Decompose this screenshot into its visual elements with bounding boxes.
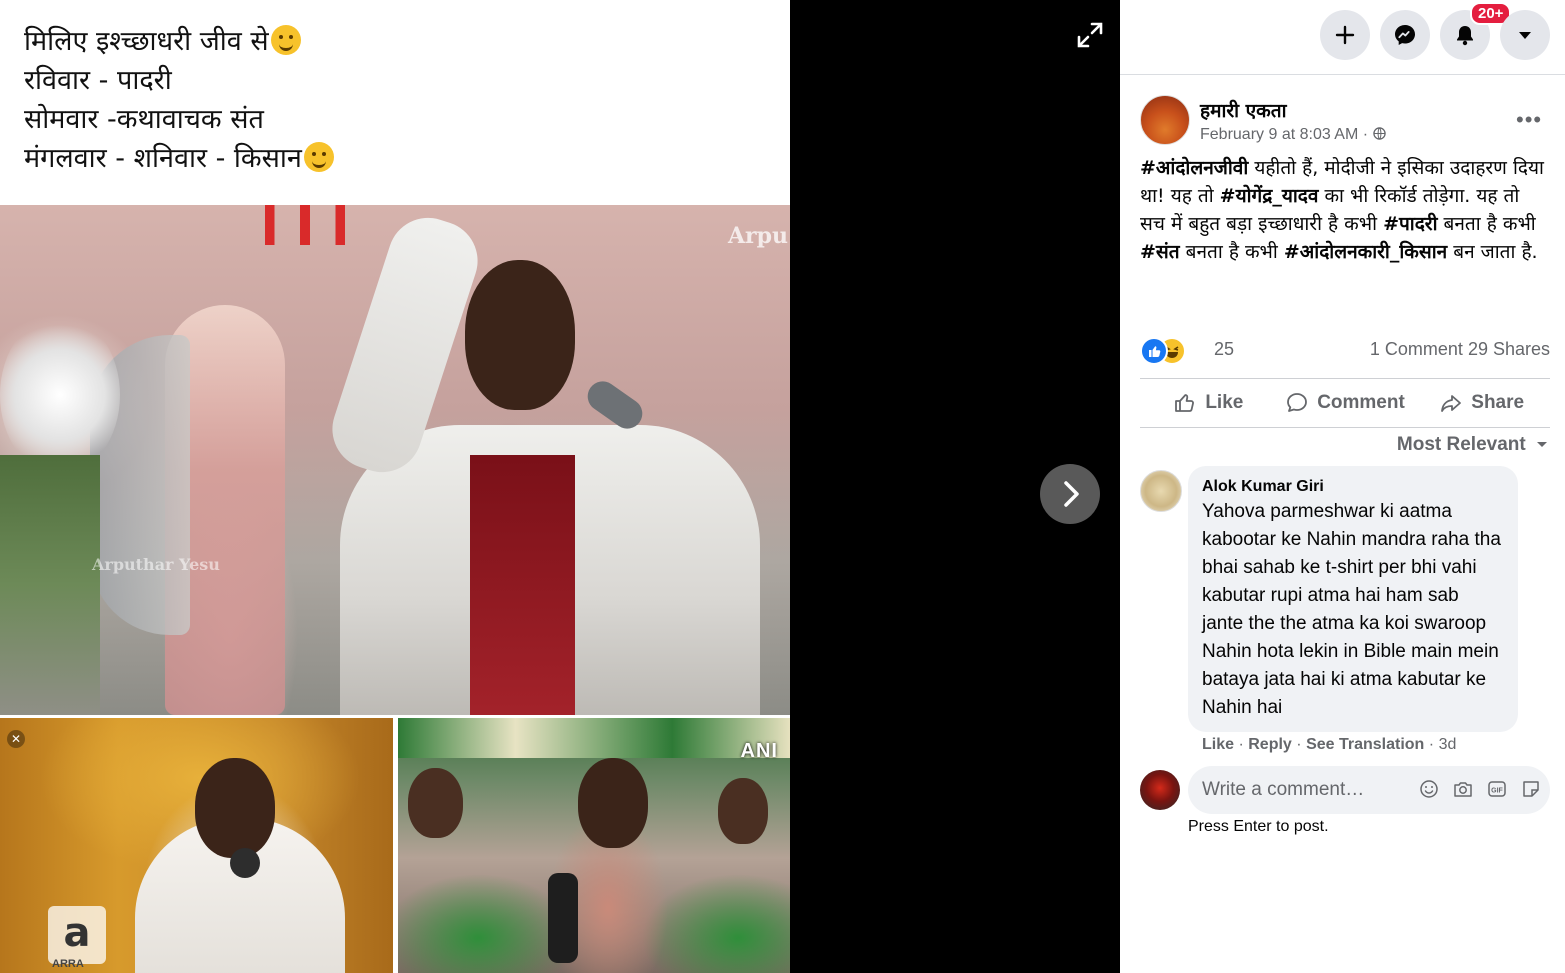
share-label: Share	[1471, 392, 1525, 413]
account-menu-button[interactable]	[1500, 10, 1550, 60]
post-timestamp[interactable]: February 9 at 8:03 AM ·	[1200, 126, 1386, 144]
gif-icon[interactable]: GIF	[1486, 778, 1508, 800]
banner-shape	[398, 718, 790, 758]
post-photo[interactable]: मिलिए इश्च्छाधरी जीव से रविवार - पादरी स…	[0, 0, 790, 973]
comment-text: Yahova parmeshwar ki aatma kabootar ke N…	[1202, 501, 1501, 718]
messenger-button[interactable]	[1380, 10, 1430, 60]
globe-icon	[1372, 127, 1386, 140]
watermark-mid: Arputhar Yesu	[92, 555, 220, 574]
share-icon	[1441, 395, 1462, 412]
hashtag-link[interactable]: #योगेंद्र_यादव	[1220, 185, 1319, 207]
chevron-right-icon	[1064, 481, 1079, 507]
create-button[interactable]	[1320, 10, 1370, 60]
svg-text:GIF: GIF	[1491, 788, 1503, 795]
photo-panel-farmer: ANI	[398, 718, 790, 973]
hashtag-link[interactable]: #आंदोलनकारी_किसान	[1284, 241, 1447, 263]
like-reaction-icon[interactable]	[1140, 337, 1168, 365]
caption-line-1: मिलिए इश्च्छाधरी जीव से	[24, 26, 269, 57]
post-text-segment: बन जाता है.	[1447, 241, 1538, 263]
comment-reply-link[interactable]: Reply	[1248, 736, 1292, 753]
top-nav: 20+	[1120, 0, 1565, 75]
saint-face	[195, 758, 275, 858]
share-button[interactable]: Share	[1413, 379, 1550, 427]
caret-down-icon	[1537, 442, 1547, 447]
post-header: हमारी एकता February 9 at 8:03 AM · •••	[1140, 93, 1550, 147]
page-name[interactable]: हमारी एकता	[1200, 97, 1287, 123]
wink-emoji-icon	[270, 25, 301, 55]
candles-shape	[265, 205, 345, 245]
flowers-shape	[0, 315, 120, 475]
caption-line-4: मंगलवार - शनिवार - किसान	[24, 143, 302, 174]
caret-down-icon	[1519, 32, 1531, 39]
sticker-icon[interactable]	[1520, 778, 1542, 800]
crowd-face-1	[408, 768, 463, 838]
comment-like-link[interactable]: Like	[1202, 736, 1234, 753]
comment-label: Comment	[1317, 392, 1405, 413]
comment-button[interactable]: Comment	[1277, 379, 1414, 427]
timestamp-text[interactable]: February 9 at 8:03 AM	[1200, 126, 1358, 143]
mic-shape	[230, 848, 260, 878]
photo-panel-priest: Arpu Arputhar Yesu	[0, 205, 790, 715]
hashtag-link[interactable]: #पादरी	[1383, 213, 1437, 235]
thumbs-up-icon	[1175, 394, 1195, 412]
comment-icon	[1287, 393, 1308, 412]
comment-sort-dropdown[interactable]: Most Relevant	[1397, 434, 1549, 456]
emoji-icon[interactable]	[1418, 778, 1440, 800]
composer-icons: GIF	[1418, 778, 1542, 800]
caption-line-2: रविवार - पादरी	[24, 65, 172, 96]
commenter-avatar[interactable]	[1140, 470, 1182, 512]
priest-face	[465, 260, 575, 410]
fullscreen-icon[interactable]	[1075, 20, 1105, 50]
like-label: Like	[1205, 392, 1244, 413]
grin-emoji-icon	[303, 142, 334, 172]
like-button[interactable]: Like	[1140, 379, 1277, 427]
close-icon: ✕	[7, 730, 25, 748]
hashtag-link[interactable]: #आंदोलनजीवी	[1140, 157, 1248, 179]
plants-shape	[0, 455, 100, 715]
comment-count-link[interactable]: 1 Comment	[1370, 339, 1463, 359]
reactions-summary: 25 1 Comment 29 Shares	[1140, 335, 1550, 365]
comment-bubble: Alok Kumar Giri Yahova parmeshwar ki aat…	[1188, 466, 1518, 732]
next-photo-button[interactable]	[1040, 464, 1100, 524]
photo-panel-saint: ✕ a ARRA	[0, 718, 393, 973]
ani-mic-shape	[548, 873, 578, 963]
ani-logo: ANI	[740, 740, 778, 762]
more-options-button[interactable]: •••	[1516, 107, 1542, 133]
bell-icon	[1457, 26, 1473, 46]
post-sidebar: 20+ हमारी एकता February 9 at 8:03 AM · •…	[1120, 0, 1565, 973]
user-avatar[interactable]	[1140, 770, 1180, 810]
post-text-segment: बनता है कभी	[1437, 213, 1536, 235]
comment-actions: Like · Reply · See Translation · 3d	[1202, 736, 1457, 753]
post-action-bar: Like Comment Share	[1140, 378, 1550, 428]
caption-line-3: सोमवार -कथावाचक संत	[24, 104, 264, 135]
crowd-face-2	[718, 778, 768, 844]
photo-viewer: मिलिए इश्च्छाधरी जीव से रविवार - पादरी स…	[0, 0, 1120, 973]
see-translation-link[interactable]: See Translation	[1306, 736, 1424, 753]
stole-shape	[470, 455, 575, 715]
page-avatar[interactable]	[1140, 95, 1190, 145]
sort-label: Most Relevant	[1396, 434, 1526, 455]
reaction-count[interactable]: 25	[1214, 339, 1234, 360]
watermark-top: Arpu	[727, 223, 788, 249]
farmer-face	[578, 758, 648, 848]
commenter-name[interactable]: Alok Kumar Giri	[1202, 478, 1504, 496]
messenger-icon	[1395, 25, 1415, 45]
post-text: #आंदोलनजीवी यहीतो हैं, मोदीजी ने इसिका उ…	[1140, 154, 1550, 266]
photo-caption: मिलिए इश्च्छाधरी जीव से रविवार - पादरी स…	[24, 22, 334, 178]
comment-age[interactable]: 3d	[1439, 736, 1457, 753]
channel-logo-text: ARRA	[52, 958, 84, 970]
engagement-counts: 1 Comment 29 Shares	[1370, 339, 1550, 360]
hashtag-link[interactable]: #संत	[1140, 241, 1180, 263]
camera-icon[interactable]	[1452, 778, 1474, 800]
channel-logo: a	[48, 906, 106, 964]
comment-composer: GIF	[1140, 766, 1550, 816]
plus-icon	[1335, 25, 1355, 45]
press-enter-hint: Press Enter to post.	[1188, 818, 1329, 835]
post-text-segment: बनता है कभी	[1179, 241, 1284, 263]
share-count-link[interactable]: 29 Shares	[1468, 339, 1550, 359]
